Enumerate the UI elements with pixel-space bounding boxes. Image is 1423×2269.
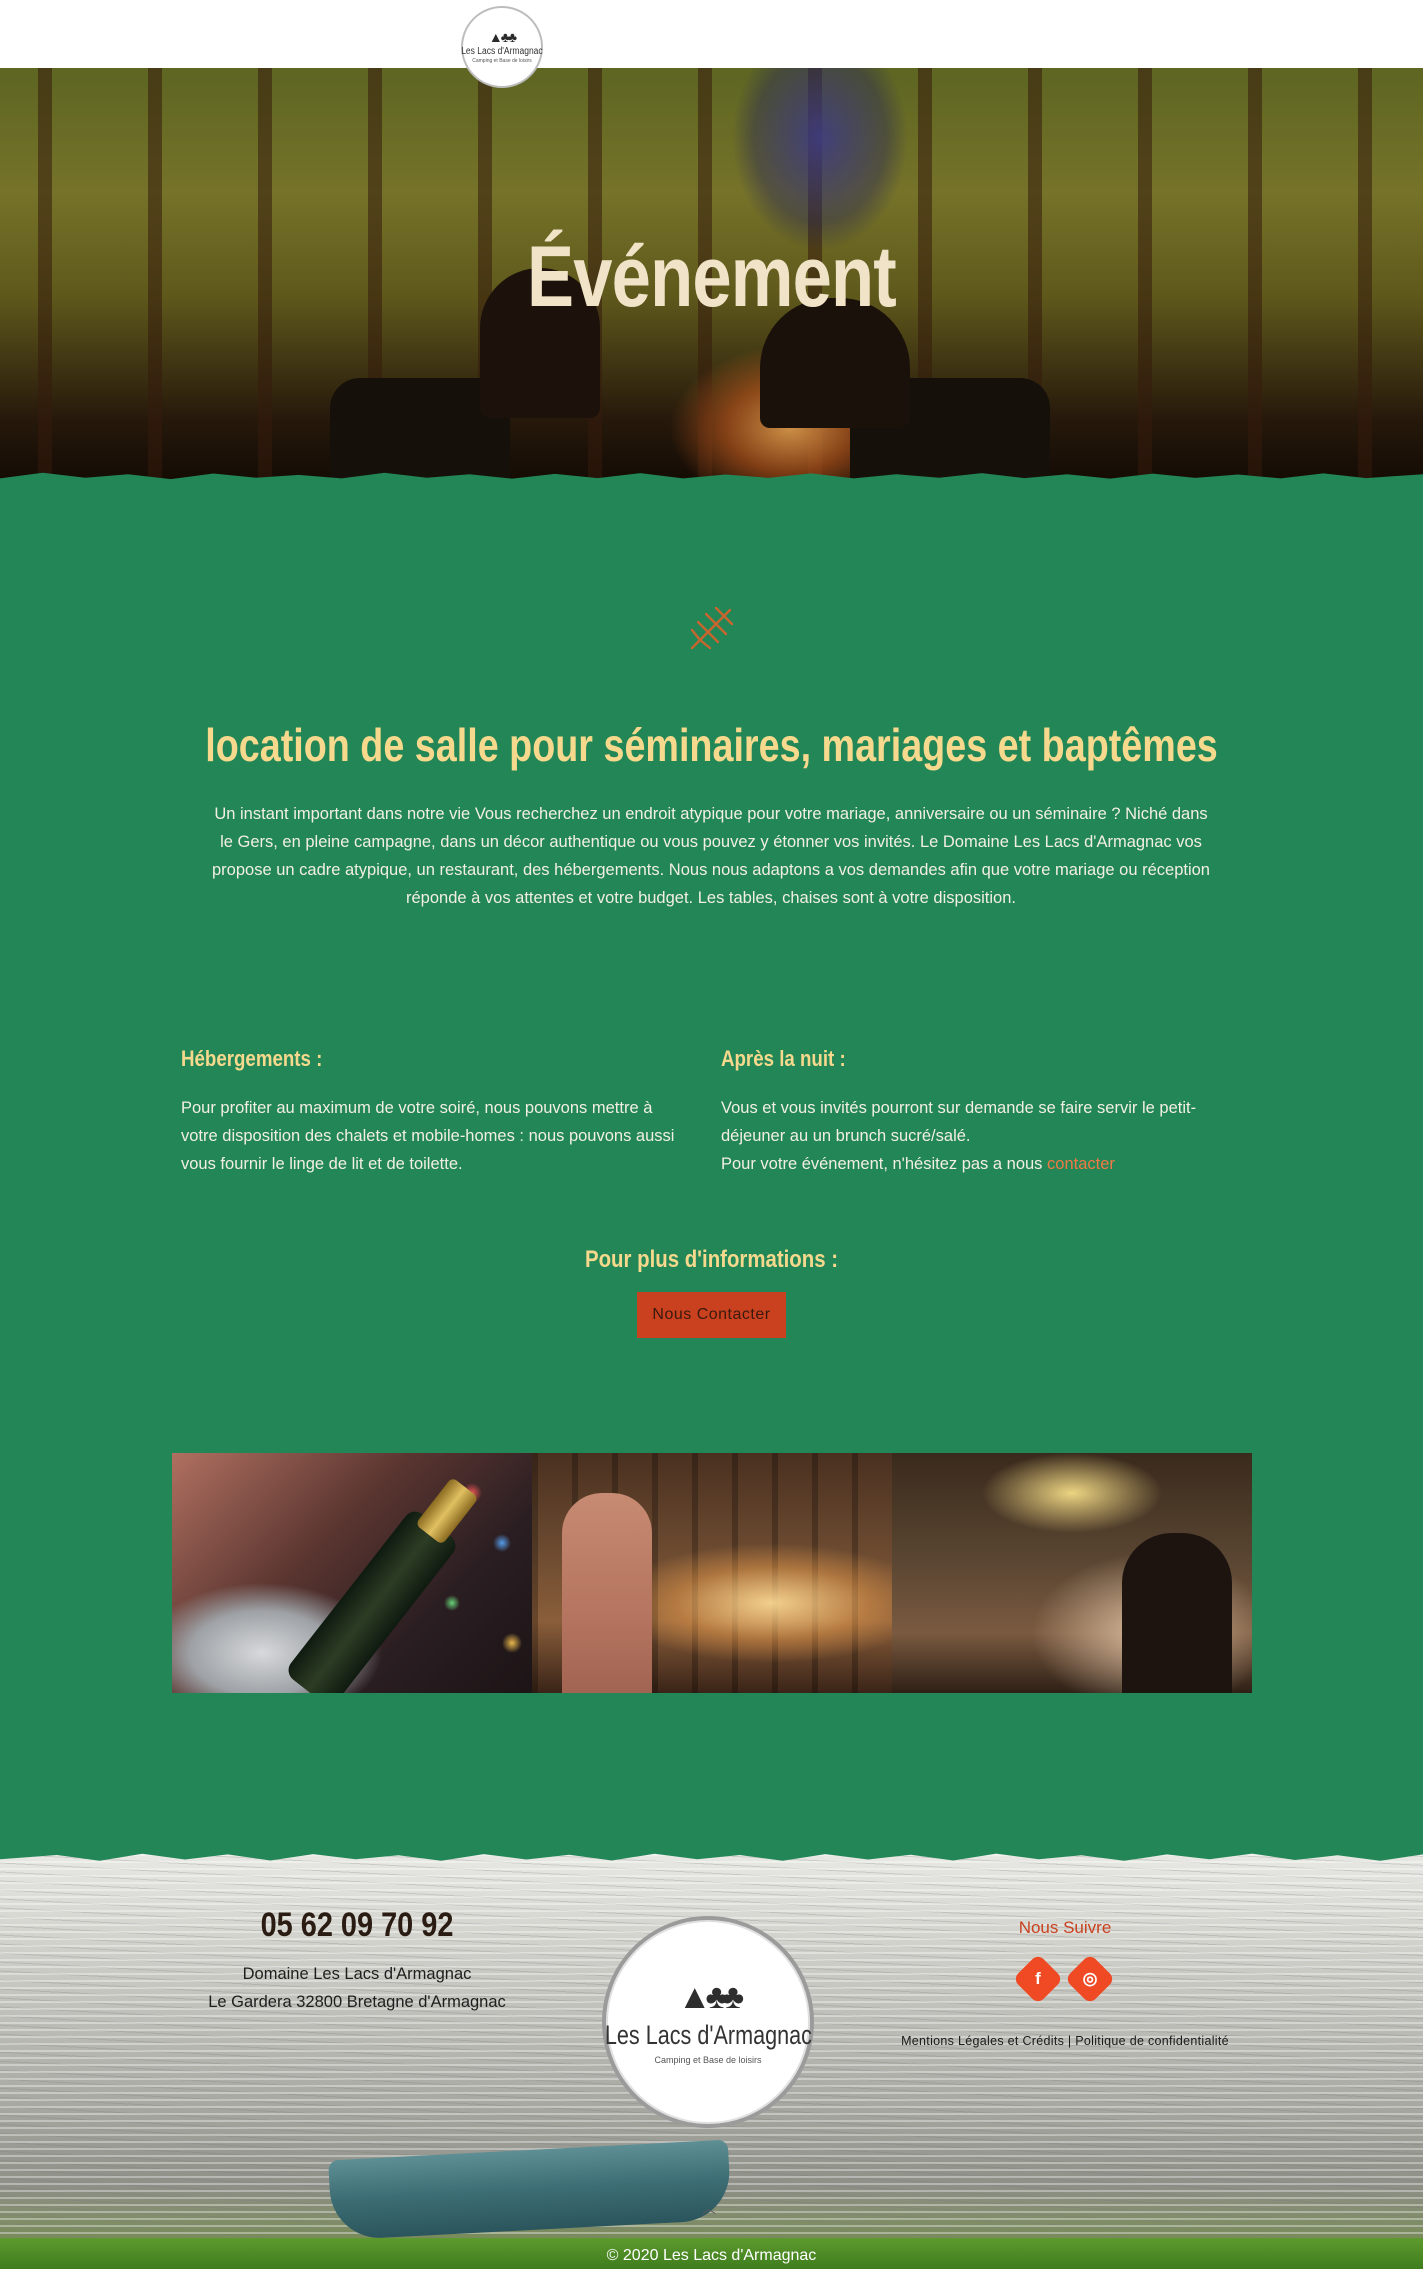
accommodation-column: Hébergements : Pour profiter au maximum … bbox=[181, 1046, 691, 1178]
legal-links: Mentions Légales et Crédits | Politique … bbox=[880, 2034, 1250, 2048]
gallery-photo-reception-hall[interactable] bbox=[532, 1453, 892, 1693]
instagram-icon: ◎ bbox=[1082, 1969, 1098, 1988]
boat-image bbox=[328, 2139, 732, 2241]
instagram-button[interactable]: ◎ bbox=[1064, 1953, 1116, 2005]
footer-logo-subtitle: Camping et Base de loisirs bbox=[654, 2054, 762, 2065]
chevron-up-icon[interactable]: ︿ bbox=[702, 2198, 716, 2218]
legal-mentions-link[interactable]: Mentions Légales et Crédits bbox=[901, 2034, 1064, 2048]
after-night-text: Vous et vous invités pourront sur demand… bbox=[721, 1099, 1197, 1145]
photo-gallery bbox=[172, 1453, 1252, 1693]
gallery-photo-champagne[interactable] bbox=[172, 1453, 532, 1693]
after-night-contact-text: Pour votre événement, n'hésitez pas a no… bbox=[721, 1155, 1043, 1173]
guest-figure bbox=[1122, 1533, 1232, 1693]
after-night-contact-line: Pour votre événement, n'hésitez pas a no… bbox=[721, 1150, 1231, 1178]
mountain-trees-icon: ▲♣♣ bbox=[488, 29, 517, 45]
accommodation-text: Pour profiter au maximum de votre soiré,… bbox=[181, 1099, 675, 1173]
contact-link[interactable]: contacter bbox=[1047, 1155, 1115, 1173]
footer-torn-edge bbox=[0, 1850, 1423, 1861]
address-line-2: Le Gardera 32800 Bretagne d'Armagnac bbox=[208, 1993, 506, 2011]
guest-figure bbox=[562, 1493, 652, 1693]
logo-subtitle: Camping et Base de loisirs bbox=[472, 58, 532, 64]
site-logo[interactable]: ▲♣♣ Les Lacs d'Armagnac Camping et Base … bbox=[461, 6, 543, 88]
accommodation-title: Hébergements : bbox=[181, 1046, 323, 1071]
section-title: location de salle pour séminaires, maria… bbox=[205, 719, 1218, 771]
more-info-title: Pour plus d'informations : bbox=[584, 1246, 839, 1273]
address: Domaine Les Lacs d'Armagnac Le Gardera 3… bbox=[150, 1960, 564, 2016]
phone-number[interactable]: 05 62 09 70 92 bbox=[54, 1906, 661, 1945]
address-line-1: Domaine Les Lacs d'Armagnac bbox=[242, 1965, 472, 1983]
intro-text: Un instant important dans notre vie Vous… bbox=[212, 805, 1210, 907]
footer-logo[interactable]: ▲♣♣ Les Lacs d'Armagnac Camping et Base … bbox=[602, 1916, 814, 2128]
follow-title: Nous Suivre bbox=[1018, 1918, 1112, 1937]
copyright: © 2020 Les Lacs d'Armagnac bbox=[606, 2247, 817, 2264]
hero-title: Événement bbox=[527, 229, 897, 325]
after-night-title: Après la nuit : bbox=[721, 1046, 846, 1071]
after-night-column: Après la nuit : Vous et vous invités pou… bbox=[721, 1046, 1231, 1178]
facebook-icon: f bbox=[1035, 1969, 1041, 1988]
logo-name: Les Lacs d'Armagnac bbox=[461, 46, 543, 57]
mountain-trees-icon: ▲♣♣ bbox=[677, 1977, 744, 2016]
privacy-policy-link[interactable]: Politique de confidentialité bbox=[1075, 2034, 1229, 2048]
legal-separator: | bbox=[1067, 2034, 1072, 2048]
footer-logo-name: Les Lacs d'Armagnac bbox=[604, 2019, 812, 2050]
top-bar: ▲♣♣ Les Lacs d'Armagnac Camping et Base … bbox=[0, 0, 1423, 88]
facebook-button[interactable]: f bbox=[1012, 1953, 1064, 2005]
contact-button[interactable]: Nous Contacter bbox=[637, 1292, 786, 1338]
gallery-photo-wedding-toast[interactable] bbox=[892, 1453, 1252, 1693]
branch-icon bbox=[690, 606, 734, 650]
hero-banner: Événement bbox=[0, 68, 1423, 482]
